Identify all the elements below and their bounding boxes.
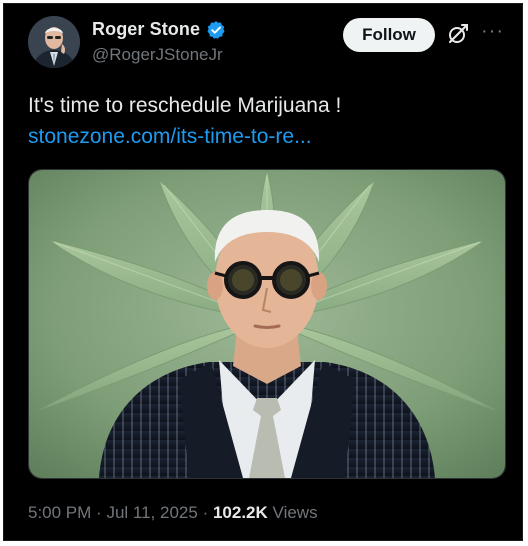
follow-button[interactable]: Follow <box>343 18 435 52</box>
views-label: Views <box>272 503 318 522</box>
post-meta: 5:00 PM · Jul 11, 2025 · 102.2K Views <box>28 503 318 523</box>
tweet-link[interactable]: stonezone.com/its-time-to-re... <box>28 125 312 149</box>
author-name-row: Roger Stone <box>92 19 226 40</box>
more-options-icon[interactable]: ··· <box>481 21 504 41</box>
author-display-name[interactable]: Roger Stone <box>92 19 200 40</box>
meta-separator: · <box>202 503 209 522</box>
meta-separator: · <box>96 503 102 522</box>
post-date[interactable]: Jul 11, 2025 <box>106 503 197 522</box>
post-time[interactable]: 5:00 PM <box>28 503 91 522</box>
verified-badge-icon <box>207 20 225 39</box>
author-handle[interactable]: @RogerJStoneJr <box>92 45 223 65</box>
avatar[interactable] <box>28 16 80 68</box>
post-media-image[interactable] <box>28 169 506 479</box>
post-card: Roger Stone @RogerJStoneJr Follow ··· It… <box>3 3 523 541</box>
views-count: 102.2K <box>212 503 268 522</box>
media-photo <box>29 170 505 478</box>
tweet-text: It's time to reschedule Marijuana ! <box>28 94 342 117</box>
avatar-photo-icon <box>28 16 80 68</box>
grok-icon[interactable] <box>446 22 470 46</box>
